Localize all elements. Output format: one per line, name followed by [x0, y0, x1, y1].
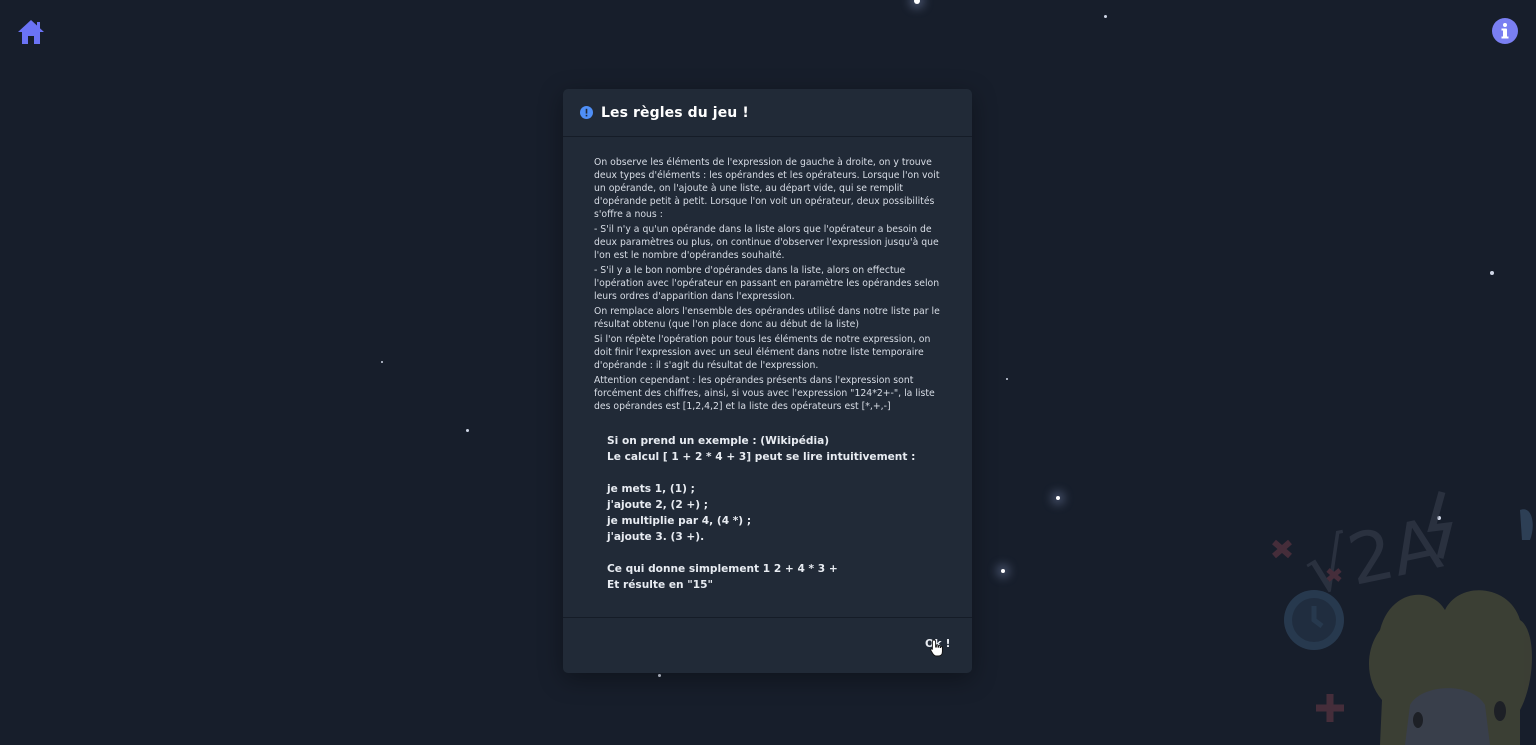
rule-paragraph: - S'il y a le bon nombre d'opérandes dan… — [594, 265, 940, 302]
star — [466, 429, 469, 432]
star — [1104, 15, 1107, 18]
app-background: √2A Les règles du jeu ! On observe les é… — [0, 0, 1536, 745]
star — [1001, 569, 1005, 573]
example-result: Et résulte en "15" — [607, 579, 714, 591]
rule-paragraph: Attention cependant : les opérandes prés… — [594, 375, 935, 412]
rule-paragraph: - S'il n'y a qu'un opérande dans la list… — [594, 224, 939, 261]
example-intro: Si on prend un exemple : (Wikipédia) — [607, 435, 830, 447]
star — [1490, 271, 1494, 275]
rule-paragraph: On remplace alors l'ensemble des opérand… — [594, 306, 940, 330]
rule-paragraph: Si l'on répète l'opération pour tous les… — [594, 334, 931, 371]
info-icon — [1492, 18, 1518, 44]
rule-paragraph: On observe les éléments de l'expression … — [594, 157, 940, 220]
modal-footer: Ok ! — [563, 618, 972, 672]
example-step: je multiplie par 4, (4 *) ; — [607, 515, 752, 527]
modal-header: Les règles du jeu ! — [563, 89, 972, 137]
home-icon — [18, 20, 44, 44]
star — [658, 674, 661, 677]
modal-body: On observe les éléments de l'expression … — [563, 137, 972, 618]
math-illustration: √2A — [1272, 491, 1533, 745]
example-step: j'ajoute 2, (2 +) ; — [607, 499, 709, 511]
star — [914, 0, 920, 4]
hand-cursor-icon — [930, 639, 943, 657]
example-step: j'ajoute 3. (3 +). — [607, 531, 705, 543]
example-calc: Le calcul [ 1 + 2 * 4 + 3] peut se lire … — [607, 451, 916, 463]
example-result: Ce qui donne simplement 1 2 + 4 * 3 + — [607, 563, 838, 575]
star — [1056, 496, 1060, 500]
star — [1006, 378, 1008, 380]
rules-modal: Les règles du jeu ! On observe les éléme… — [563, 89, 972, 673]
info-button[interactable] — [1492, 18, 1518, 44]
example-step: je mets 1, (1) ; — [607, 483, 695, 495]
modal-title: Les règles du jeu ! — [601, 104, 749, 121]
rules-text: On observe les éléments de l'expression … — [594, 156, 942, 413]
example-block: Si on prend un exemple : (Wikipédia) Le … — [607, 433, 942, 593]
star — [381, 361, 383, 363]
home-button[interactable] — [17, 18, 45, 46]
info-circle-icon — [580, 106, 593, 119]
